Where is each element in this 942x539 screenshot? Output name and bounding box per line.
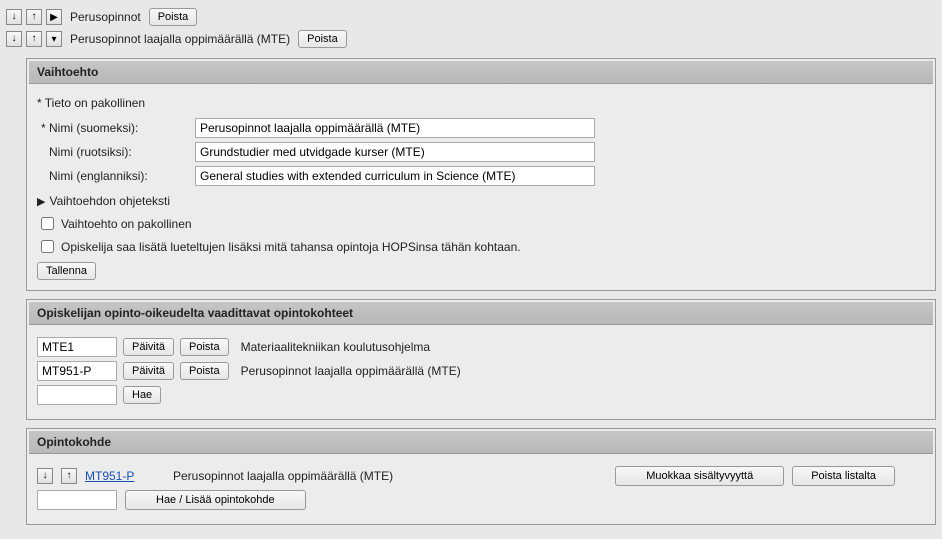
checkbox-mandatory-label: Vaihtoehto on pakollinen xyxy=(61,217,192,231)
panel-required-courses: Opiskelijan opinto-oikeudelta vaadittava… xyxy=(26,299,936,420)
checkbox-mandatory[interactable] xyxy=(41,217,54,230)
help-expander-label: Vaihtoehdon ohjeteksti xyxy=(49,194,170,208)
remove-button[interactable]: Poista xyxy=(298,30,347,48)
required-search-input[interactable] xyxy=(37,385,117,405)
required-desc: Perusopinnot laajalla oppimäärällä (MTE) xyxy=(241,364,461,378)
study-object-search-input[interactable] xyxy=(37,490,117,510)
panel-header: Opiskelijan opinto-oikeudelta vaadittava… xyxy=(29,302,933,325)
checkbox-anycourse-row: Opiskelija saa lisätä lueteltujen lisäks… xyxy=(37,237,925,256)
required-notice: * Tieto on pakollinen xyxy=(37,96,925,110)
move-down-icon[interactable]: ↓ xyxy=(6,9,22,25)
required-desc: Materiaalitekniikan koulutusohjelma xyxy=(241,340,430,354)
label-name-fi: Nimi (suomeksi): xyxy=(49,121,138,135)
panel-study-object: Opintokohde ↓ ↑ MT951-P Perusopinnot laa… xyxy=(26,428,936,525)
study-object-code-link[interactable]: MT951-P xyxy=(85,469,165,483)
study-object-add-row: Hae / Lisää opintokohde xyxy=(37,490,925,510)
checkbox-anycourse[interactable] xyxy=(41,240,54,253)
add-study-object-button[interactable]: Hae / Lisää opintokohde xyxy=(125,490,306,510)
help-expander[interactable]: ▶ Vaihtoehdon ohjeteksti xyxy=(37,194,925,208)
node-title: Perusopinnot xyxy=(70,10,141,24)
move-down-icon[interactable]: ↓ xyxy=(6,31,22,47)
save-button[interactable]: Tallenna xyxy=(37,262,96,280)
move-up-icon[interactable]: ↑ xyxy=(26,9,42,25)
tree-node-row: ↓ ↑ ▾ Perusopinnot laajalla oppimäärällä… xyxy=(6,28,936,50)
required-code-input[interactable] xyxy=(37,361,117,381)
input-name-sv[interactable] xyxy=(195,142,595,162)
input-name-fi[interactable] xyxy=(195,118,595,138)
update-button[interactable]: Päivitä xyxy=(123,362,174,380)
checkbox-mandatory-row: Vaihtoehto on pakollinen xyxy=(37,214,925,233)
search-button[interactable]: Hae xyxy=(123,386,161,404)
label-name-en: Nimi (englanniksi): xyxy=(49,169,148,183)
tree-node-row: ↓ ↑ ▶ Perusopinnot Poista xyxy=(6,6,936,28)
edit-containment-button[interactable]: Muokkaa sisältyvyyttä xyxy=(615,466,784,486)
panel-vaihtoehto: Vaihtoehto * Tieto on pakollinen *Nimi (… xyxy=(26,58,936,291)
remove-button[interactable]: Poista xyxy=(149,8,198,26)
panel-header: Vaihtoehto xyxy=(29,61,933,84)
remove-from-list-button[interactable]: Poista listalta xyxy=(792,466,895,486)
study-object-title: Perusopinnot laajalla oppimäärällä (MTE) xyxy=(173,469,393,483)
form-row-name-fi: *Nimi (suomeksi): xyxy=(37,118,925,138)
form-row-name-en: Nimi (englanniksi): xyxy=(37,166,925,186)
required-row: Päivitä Poista Materiaalitekniikan koulu… xyxy=(37,337,925,357)
move-up-icon[interactable]: ↑ xyxy=(26,31,42,47)
update-button[interactable]: Päivitä xyxy=(123,338,174,356)
panel-header: Opintokohde xyxy=(29,431,933,454)
form-row-name-sv: Nimi (ruotsiksi): xyxy=(37,142,925,162)
collapse-icon[interactable]: ▾ xyxy=(46,31,62,47)
required-row: Päivitä Poista Perusopinnot laajalla opp… xyxy=(37,361,925,381)
required-notice-text: Tieto on pakollinen xyxy=(45,96,145,110)
input-name-en[interactable] xyxy=(195,166,595,186)
remove-button[interactable]: Poista xyxy=(180,338,229,356)
label-name-sv: Nimi (ruotsiksi): xyxy=(49,145,132,159)
required-code-input[interactable] xyxy=(37,337,117,357)
remove-button[interactable]: Poista xyxy=(180,362,229,380)
node-title: Perusopinnot laajalla oppimäärällä (MTE) xyxy=(70,32,290,46)
checkbox-anycourse-label: Opiskelija saa lisätä lueteltujen lisäks… xyxy=(61,240,521,254)
expand-icon[interactable]: ▶ xyxy=(46,9,62,25)
required-search-row: Hae xyxy=(37,385,925,405)
chevron-right-icon: ▶ xyxy=(37,195,45,208)
study-object-row: ↓ ↑ MT951-P Perusopinnot laajalla oppimä… xyxy=(37,466,925,486)
move-up-icon[interactable]: ↑ xyxy=(61,468,77,484)
move-down-icon[interactable]: ↓ xyxy=(37,468,53,484)
